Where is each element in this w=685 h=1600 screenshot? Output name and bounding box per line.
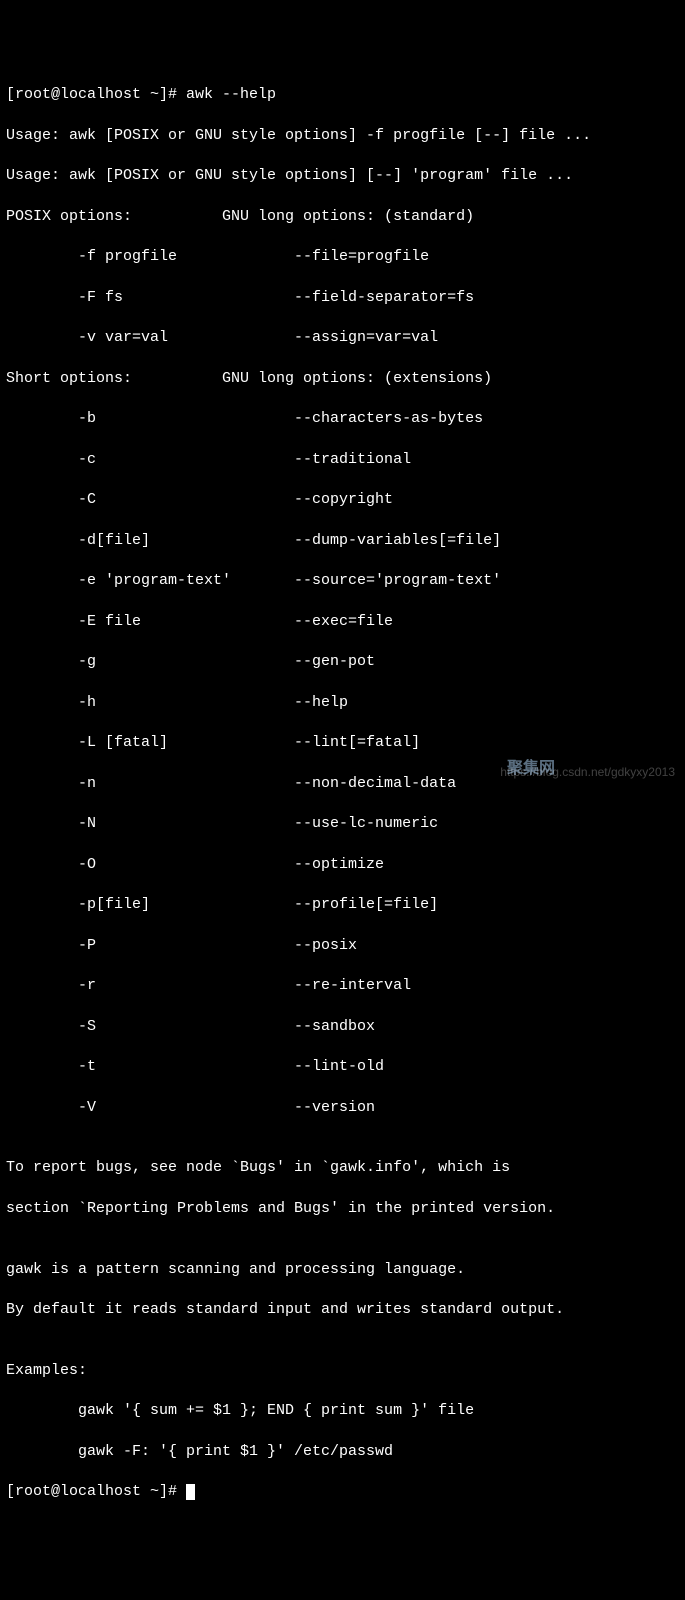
prompt-line[interactable]: [root@localhost ~]# [6, 1482, 679, 1502]
option-line: -S --sandbox [6, 1017, 679, 1037]
description-text: By default it reads standard input and w… [6, 1300, 679, 1320]
cursor-icon [186, 1484, 195, 1500]
usage-line: Usage: awk [POSIX or GNU style options] … [6, 166, 679, 186]
option-line: -h --help [6, 693, 679, 713]
option-line: -g --gen-pot [6, 652, 679, 672]
option-line: -c --traditional [6, 450, 679, 470]
section-header: Short options: GNU long options: (extens… [6, 369, 679, 389]
option-line: -r --re-interval [6, 976, 679, 996]
option-line: -d[file] --dump-variables[=file] [6, 531, 679, 551]
bugs-text: To report bugs, see node `Bugs' in `gawk… [6, 1158, 679, 1178]
option-line: -C --copyright [6, 490, 679, 510]
option-line: -e 'program-text' --source='program-text… [6, 571, 679, 591]
option-line: -L [fatal] --lint[=fatal] [6, 733, 679, 753]
option-line: -E file --exec=file [6, 612, 679, 632]
option-line: -O --optimize [6, 855, 679, 875]
option-line: -t --lint-old [6, 1057, 679, 1077]
option-line: -f progfile --file=progfile [6, 247, 679, 267]
option-line: -F fs --field-separator=fs [6, 288, 679, 308]
bugs-text: section `Reporting Problems and Bugs' in… [6, 1199, 679, 1219]
option-line: -V --version [6, 1098, 679, 1118]
option-line: -P --posix [6, 936, 679, 956]
example-line: gawk '{ sum += $1 }; END { print sum }' … [6, 1401, 679, 1421]
examples-header: Examples: [6, 1361, 679, 1381]
example-line: gawk -F: '{ print $1 }' /etc/passwd [6, 1442, 679, 1462]
option-line: -p[file] --profile[=file] [6, 895, 679, 915]
option-line: -N --use-lc-numeric [6, 814, 679, 834]
option-line: -b --characters-as-bytes [6, 409, 679, 429]
prompt-text: [root@localhost ~]# [6, 1483, 186, 1500]
section-header: POSIX options: GNU long options: (standa… [6, 207, 679, 227]
prompt-line: [root@localhost ~]# awk --help [6, 85, 679, 105]
description-text: gawk is a pattern scanning and processin… [6, 1260, 679, 1280]
option-line: -n --non-decimal-data [6, 774, 679, 794]
option-line: -v var=val --assign=var=val [6, 328, 679, 348]
usage-line: Usage: awk [POSIX or GNU style options] … [6, 126, 679, 146]
